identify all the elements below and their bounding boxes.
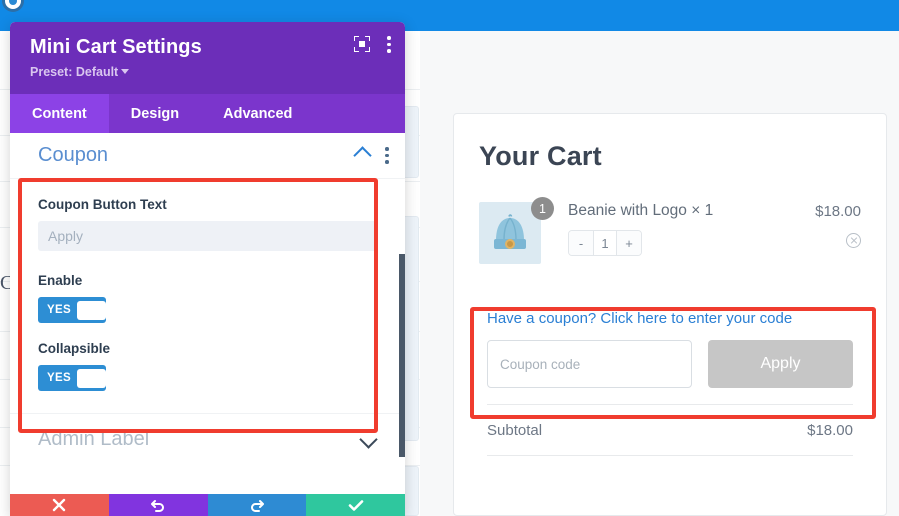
redo-button[interactable]	[207, 494, 307, 516]
quantity-badge: 1	[531, 197, 554, 220]
section-title-coupon: Coupon	[38, 144, 109, 166]
coupon-button-text-input[interactable]	[38, 221, 377, 251]
collapsible-label: Collapsible	[38, 341, 111, 356]
cart-line-item: 1 Beanie with Logo × 1 - 1 + $18.00	[479, 197, 861, 264]
modal-header: Mini Cart Settings Preset: Default	[10, 22, 405, 94]
product-thumbnail-wrap: 1	[479, 197, 554, 264]
cart-preview-card: Your Cart 1 Beanie with Logo × 1 - 1 + $…	[453, 113, 887, 516]
chevron-down-section-icon[interactable]	[359, 430, 378, 449]
enable-toggle-knob	[76, 300, 106, 320]
coupon-button-text-label: Coupon Button Text	[38, 197, 167, 212]
kebab-menu-icon[interactable]	[387, 36, 391, 53]
coupon-apply-button[interactable]: Apply	[708, 340, 853, 388]
section-header-admin-label[interactable]: Admin Label	[10, 413, 405, 465]
settings-scroll-body: Coupon Coupon Button Text Enable YES Col…	[10, 133, 405, 516]
preset-selector[interactable]: Preset: Default	[30, 65, 385, 79]
settings-tabs: Content Design Advanced	[10, 94, 405, 133]
section-header-coupon[interactable]: Coupon	[10, 133, 405, 179]
modal-header-icons	[354, 36, 391, 53]
preset-label: Preset: Default	[30, 65, 119, 79]
subtotal-label: Subtotal	[487, 422, 543, 439]
subtotal-value: $18.00	[807, 422, 853, 439]
collapsible-toggle-knob	[76, 368, 106, 388]
tab-content[interactable]: Content	[10, 94, 109, 133]
save-button[interactable]	[306, 494, 405, 516]
section-title-admin-label: Admin Label	[38, 428, 150, 450]
tab-design[interactable]: Design	[109, 94, 201, 133]
collapsible-toggle[interactable]: YES	[38, 365, 106, 391]
undo-button[interactable]	[108, 494, 208, 516]
coupon-area: Have a coupon? Click here to enter your …	[479, 310, 861, 388]
product-details: Beanie with Logo × 1 - 1 +	[544, 202, 781, 256]
wp-logo-dot-icon[interactable]	[2, 0, 24, 12]
screenshot-root: C Mini Cart Settings Preset: Default Con…	[0, 0, 899, 516]
tab-advanced[interactable]: Advanced	[201, 94, 314, 133]
remove-circle-x-icon[interactable]	[846, 233, 861, 248]
collapsible-toggle-state: YES	[47, 372, 71, 384]
section-kebab-menu-icon[interactable]	[385, 147, 389, 164]
divider-bottom	[487, 455, 853, 456]
enable-toggle[interactable]: YES	[38, 297, 106, 323]
subtotal-row: Subtotal $18.00	[479, 405, 861, 455]
quantity-increase-button[interactable]: +	[617, 231, 641, 255]
focus-mode-icon[interactable]	[354, 36, 370, 53]
product-price-col: $18.00	[781, 202, 861, 253]
cart-title: Your Cart	[479, 141, 602, 171]
enable-label: Enable	[38, 273, 83, 288]
cancel-button[interactable]	[10, 494, 109, 516]
chevron-down-icon	[121, 69, 130, 74]
page-title: Mini Cart Settings	[30, 36, 202, 58]
product-price: $18.00	[815, 203, 861, 220]
product-name: Beanie with Logo × 1	[568, 202, 714, 219]
section-body-coupon: Coupon Button Text Enable YES Collapsibl…	[10, 179, 405, 413]
quantity-decrease-button[interactable]: -	[569, 231, 593, 255]
quantity-stepper: - 1 +	[568, 230, 642, 256]
coupon-form: Apply	[487, 340, 853, 388]
module-settings-modal: Mini Cart Settings Preset: Default Conte…	[10, 22, 405, 516]
coupon-toggle-link[interactable]: Have a coupon? Click here to enter your …	[487, 310, 792, 327]
coupon-code-input[interactable]	[487, 340, 692, 388]
enable-toggle-state: YES	[47, 304, 71, 316]
chevron-up-icon[interactable]	[353, 146, 372, 165]
settings-scrollbar[interactable]	[399, 254, 405, 457]
modal-action-bar	[10, 494, 405, 516]
quantity-value[interactable]: 1	[593, 231, 617, 255]
